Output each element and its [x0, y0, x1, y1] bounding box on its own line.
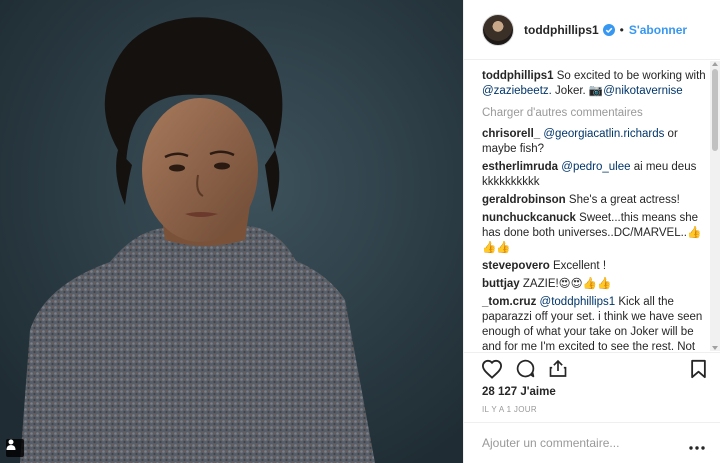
scroll-down-arrow-icon[interactable]: [712, 346, 718, 350]
add-comment-section: [464, 422, 720, 463]
post-photo[interactable]: [0, 0, 463, 463]
comment-item: estherlimruda @pedro_ulee ai meu deus kk…: [482, 160, 707, 191]
comment-item: buttjay ZAZIE!😍😍👍👍: [482, 277, 707, 293]
comment-item: _tom.cruz @toddphillips1 Kick all the pa…: [482, 295, 707, 351]
comment-author[interactable]: geraldrobinson: [482, 194, 566, 206]
comment-text: She's a great actress!: [568, 194, 680, 206]
comment-item: stevepovero Excellent !: [482, 259, 707, 275]
comment-author[interactable]: buttjay: [482, 278, 520, 290]
mention-link[interactable]: @zaziebeetz.: [482, 85, 552, 97]
bookmark-icon[interactable]: [690, 359, 707, 384]
action-bar: [464, 352, 720, 384]
header-separator: •: [619, 22, 624, 37]
scroll-up-arrow-icon[interactable]: [712, 62, 718, 66]
comments-scrollbar[interactable]: [710, 61, 720, 351]
mention-link[interactable]: @georgiacatlin.richards: [543, 128, 664, 140]
comment-text: ZAZIE!😍😍👍👍: [522, 278, 612, 290]
comment-author[interactable]: stevepovero: [482, 260, 550, 272]
avatar[interactable]: [482, 13, 514, 46]
comment-author[interactable]: nunchuckcanuck: [482, 212, 576, 224]
heart-icon[interactable]: [481, 359, 503, 379]
post-header: toddphillips1 • S'abonner: [464, 0, 720, 60]
comment-author[interactable]: estherlimruda: [482, 161, 558, 173]
comment-bubble-icon[interactable]: [515, 358, 536, 379]
share-icon[interactable]: [548, 358, 568, 379]
caption: toddphillips1 So excited to be working w…: [482, 69, 707, 100]
more-dots-icon[interactable]: [689, 437, 705, 455]
post-timestamp[interactable]: IL Y A 1 JOUR: [482, 405, 537, 414]
mention-link[interactable]: @toddphillips1: [540, 296, 616, 308]
comment-item: chrisorell_ @georgiacatlin.richards or m…: [482, 127, 707, 158]
likes-count[interactable]: 28 127 J'aime: [482, 386, 556, 398]
comment-author[interactable]: chrisorell_: [482, 128, 540, 140]
user-tag-icon[interactable]: [6, 439, 24, 457]
add-comment-input[interactable]: [482, 436, 672, 450]
verified-badge-icon: [602, 23, 615, 36]
mention-link[interactable]: @nikotavernise: [603, 85, 682, 97]
post-side-panel: toddphillips1 • S'abonner toddphillips1 …: [463, 0, 720, 463]
comments-list[interactable]: toddphillips1 So excited to be working w…: [464, 61, 720, 351]
follow-button[interactable]: S'abonner: [629, 23, 687, 37]
caption-author[interactable]: toddphillips1: [482, 70, 554, 82]
comment-item: geraldrobinson She's a great actress!: [482, 193, 707, 209]
load-more-comments-button[interactable]: Charger d'autres commentaires: [482, 106, 707, 121]
header-username[interactable]: toddphillips1: [524, 23, 599, 37]
comment-item: nunchuckcanuck Sweet...this means she ha…: [482, 211, 707, 257]
scrollbar-thumb[interactable]: [712, 69, 718, 151]
comment-author[interactable]: _tom.cruz: [482, 296, 536, 308]
comment-text: Excellent !: [552, 260, 607, 272]
portrait-image: [0, 0, 463, 463]
mention-link[interactable]: @pedro_ulee: [561, 161, 630, 173]
